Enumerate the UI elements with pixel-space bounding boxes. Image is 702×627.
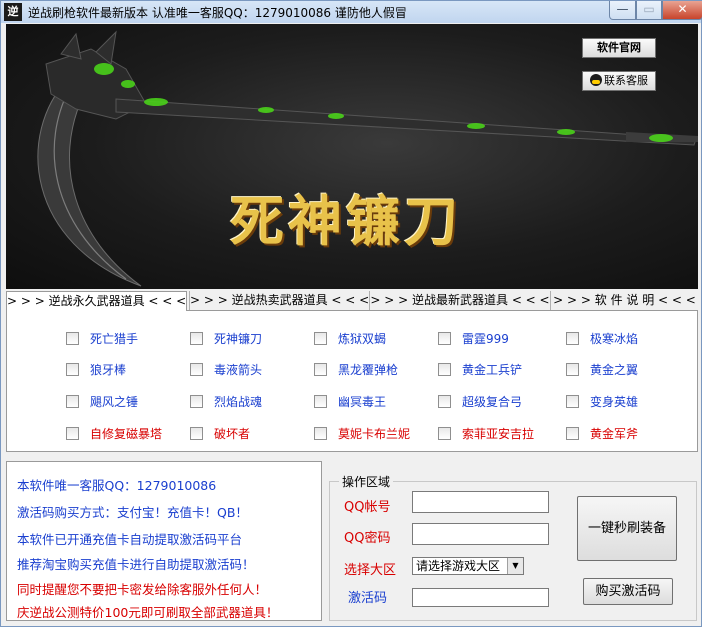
qq-penguin-icon: [590, 74, 602, 86]
info-line: 本软件唯一客服QQ：1279010086: [17, 478, 217, 493]
tab-strip: > > > 逆战永久武器道具 < < < > > > 逆战热卖武器道具 < < …: [6, 291, 698, 311]
app-logo-icon: 逆: [4, 3, 22, 21]
weapon-item-label: 烈焰战魂: [214, 395, 263, 409]
weapon-checkbox[interactable]: [190, 395, 203, 408]
weapon-items-panel: 死亡猎手 死神镰刀 炼狱双蝎 雷霆999 极寒冰焰 狼牙棒 毒液箭头 黑龙覆弹枪 黄金工兵铲 黄金…: [6, 310, 698, 452]
weapon-item-label: 黄金之翼: [590, 363, 639, 377]
weapon-item-label: 自修复磁暴塔: [90, 427, 163, 441]
weapon-checkbox[interactable]: [66, 332, 79, 345]
weapon-checkbox[interactable]: [66, 427, 79, 440]
operation-group-title: 操作区域: [339, 473, 394, 490]
tab-hot-weapons[interactable]: > > > 逆战热卖武器道具 < < <: [189, 291, 369, 310]
qq-account-label: QQ帐号: [344, 500, 391, 515]
weapon-checkbox[interactable]: [438, 395, 451, 408]
weapon-item-label: 炼狱双蝎: [338, 332, 387, 346]
weapon-item-label: 狼牙棒: [90, 363, 127, 377]
info-line: 激活码购买方式：支付宝！充值卡！QB！: [17, 505, 248, 520]
weapon-item-label: 超级复合弓: [462, 395, 523, 409]
weapon-checkbox[interactable]: [314, 332, 327, 345]
tab-permanent-weapons[interactable]: > > > 逆战永久武器道具 < < <: [6, 291, 187, 311]
weapon-checkbox[interactable]: [66, 395, 79, 408]
weapon-checkbox[interactable]: [66, 363, 79, 376]
activation-code-input[interactable]: [412, 588, 549, 607]
qq-password-label: QQ密码: [344, 531, 391, 546]
banner-title: 死神镰刀: [230, 189, 462, 253]
banner-image: 死神镰刀 软件官网 联系客服: [6, 24, 698, 289]
info-line: 推荐淘宝购买充值卡进行自助提取激活码！: [17, 557, 255, 572]
weapon-item-label: 死亡猎手: [90, 332, 139, 346]
region-select[interactable]: 请选择游戏大区 ▼: [412, 557, 524, 575]
tab-latest-weapons[interactable]: > > > 逆战最新武器道具 < < <: [369, 291, 550, 310]
region-select-value: 请选择游戏大区: [416, 559, 501, 573]
weapon-item-label: 黑龙覆弹枪: [338, 363, 399, 377]
weapon-checkbox[interactable]: [566, 332, 579, 345]
weapon-item-label: 黄金工兵铲: [462, 363, 523, 377]
title-bar: 逆 逆战刷枪软件最新版本 认准唯一客服QQ：1279010086 谨防他人假冒 …: [1, 1, 702, 23]
info-line: 同时提醒您不要把卡密发给除客服外任何人！: [17, 582, 268, 597]
weapon-checkbox[interactable]: [314, 363, 327, 376]
weapon-checkbox[interactable]: [566, 427, 579, 440]
weapon-item-label: 幽冥毒王: [338, 395, 387, 409]
info-panel: 本软件唯一客服QQ：1279010086 激活码购买方式：支付宝！充值卡！QB！ 本…: [6, 461, 322, 621]
qq-password-input[interactable]: [412, 523, 549, 545]
contact-support-button[interactable]: 联系客服: [582, 71, 656, 91]
maximize-button: ▭: [636, 1, 662, 20]
weapon-checkbox[interactable]: [566, 363, 579, 376]
one-key-brush-button[interactable]: 一键秒刷装备: [577, 496, 677, 561]
weapon-item-label: 莫妮卡布兰妮: [338, 427, 411, 441]
buy-activation-code-button[interactable]: 购买激活码: [583, 578, 673, 605]
contact-support-label: 联系客服: [604, 74, 648, 87]
weapon-item-label: 索菲亚安吉拉: [462, 427, 535, 441]
app-window: 逆 逆战刷枪软件最新版本 认准唯一客服QQ：1279010086 谨防他人假冒 …: [0, 0, 702, 627]
window-title: 逆战刷枪软件最新版本 认准唯一客服QQ：1279010086 谨防他人假冒: [28, 6, 407, 20]
tab-software-notes[interactable]: > > > 软 件 说 明 < < <: [550, 291, 698, 310]
weapon-checkbox[interactable]: [314, 395, 327, 408]
weapon-item-label: 飓风之锤: [90, 395, 139, 409]
weapon-item-label: 黄金军斧: [590, 427, 639, 441]
weapon-item-label: 雷霆999: [462, 332, 509, 346]
weapon-checkbox[interactable]: [438, 363, 451, 376]
weapon-checkbox[interactable]: [438, 332, 451, 345]
weapon-item-label: 死神镰刀: [214, 332, 263, 346]
weapon-item-label: 变身英雄: [590, 395, 639, 409]
close-button[interactable]: ✕: [662, 1, 702, 20]
weapon-checkbox[interactable]: [190, 363, 203, 376]
weapon-checkbox[interactable]: [438, 427, 451, 440]
qq-account-input[interactable]: [412, 491, 549, 513]
official-site-button[interactable]: 软件官网: [582, 38, 656, 58]
minimize-button[interactable]: —: [609, 1, 636, 20]
activation-code-label: 激活码: [348, 591, 388, 606]
weapon-item-label: 破坏者: [214, 427, 251, 441]
region-label: 选择大区: [344, 563, 397, 578]
weapon-checkbox[interactable]: [190, 427, 203, 440]
weapon-item-label: 毒液箭头: [214, 363, 263, 377]
info-line: 本软件已开通充值卡自动提取激活码平台: [17, 532, 243, 547]
weapon-checkbox[interactable]: [566, 395, 579, 408]
weapon-checkbox[interactable]: [190, 332, 203, 345]
weapon-item-label: 极寒冰焰: [590, 332, 639, 346]
info-line: 庆逆战公测特价100元即可刷取全部武器道具！: [17, 605, 279, 620]
weapon-checkbox[interactable]: [314, 427, 327, 440]
dropdown-arrow-icon: ▼: [507, 558, 523, 574]
